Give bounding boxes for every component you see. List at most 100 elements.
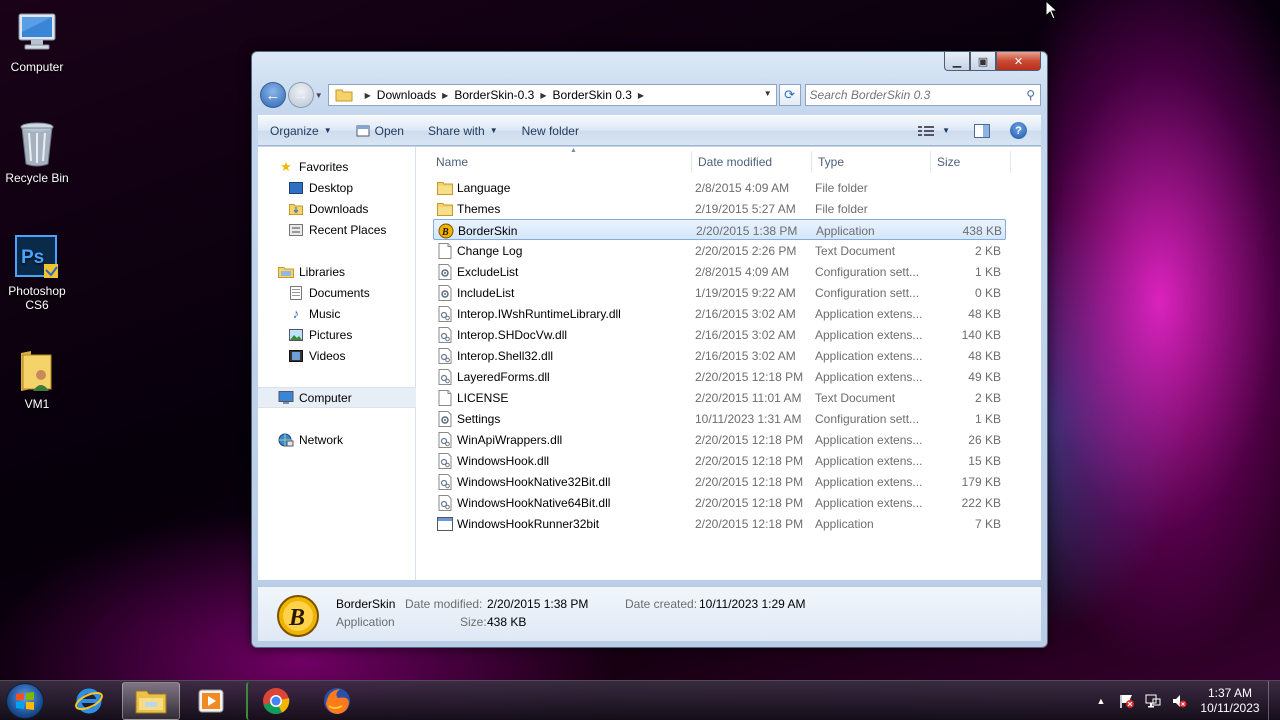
organize-button[interactable]: Organize ▼ (270, 124, 332, 138)
desktop-icon-vm1[interactable]: VM1 (0, 347, 74, 411)
refresh-button[interactable]: ⟳ (778, 84, 801, 106)
file-row[interactable]: Interop.SHDocVw.dll 2/16/2015 3:02 AM Appl… (433, 324, 1006, 345)
windows-logo-icon (16, 692, 34, 710)
file-row[interactable]: LICENSE 2/20/2015 11:01 AM Text Document 2 … (433, 387, 1006, 408)
open-button[interactable]: Open (356, 124, 404, 138)
search-icon[interactable]: ⚲ (1026, 88, 1035, 102)
nav-computer[interactable]: Computer (258, 387, 416, 408)
file-size (933, 198, 1001, 219)
nav-network[interactable]: Network (258, 429, 416, 450)
show-desktop-button[interactable] (1268, 681, 1280, 720)
action-center-flag-icon[interactable] (1118, 692, 1136, 710)
start-button[interactable] (6, 683, 44, 719)
file-type: Application extens... (815, 306, 923, 321)
file-row[interactable]: WindowsHookRunner32bit 2/20/2015 12:18 PM… (433, 513, 1006, 534)
file-row[interactable]: WinApiWrappers.dll 2/20/2015 12:18 PM Appl… (433, 429, 1006, 450)
nav-music[interactable]: ♪ Music (258, 303, 416, 324)
breadcrumb-separator[interactable]: ▶ (365, 91, 371, 100)
desktop-icon-recycle-bin[interactable]: Recycle Bin (0, 121, 74, 185)
show-hidden-icons-button[interactable]: ▲ (1092, 692, 1110, 710)
details-date-created-label: Date created: (625, 597, 698, 611)
nav-libraries[interactable]: Libraries (258, 261, 416, 282)
desktop-icon-photoshop[interactable]: Ps Photoshop CS6 (0, 234, 74, 312)
forward-button[interactable]: → (287, 82, 314, 108)
taskbar-clock[interactable]: 1:37 AM 10/11/2023 (1196, 686, 1264, 716)
nav-desktop[interactable]: Desktop (258, 177, 416, 198)
clock-date: 10/11/2023 (1200, 701, 1260, 715)
close-button[interactable]: ✕ (996, 52, 1041, 71)
taskbar-internet-explorer[interactable] (60, 682, 118, 720)
minimize-button[interactable]: ▁ (944, 52, 970, 71)
file-name-cell: LICENSE (437, 387, 692, 408)
file-size: 0 KB (974, 285, 1001, 300)
file-name-cell: Interop.Shell32.dll (437, 345, 692, 366)
file-name: BorderSkin (458, 223, 518, 238)
search-input[interactable] (809, 88, 1010, 102)
recent-pages-dropdown[interactable]: ▼ (314, 91, 324, 100)
column-header-label: Type (818, 155, 845, 169)
file-name: WindowsHookNative64Bit.dll (457, 495, 611, 510)
file-row[interactable]: IncludeList 1/19/2015 9:22 AM Configuratio… (433, 282, 1006, 303)
nav-pictures[interactable]: Pictures (258, 324, 416, 345)
nav-recent-places[interactable]: Recent Places (258, 219, 416, 240)
column-header-name[interactable]: Name ▲ (430, 147, 692, 173)
breadcrumb-downloads[interactable]: Downloads (377, 88, 436, 102)
dll-file-icon (437, 368, 453, 385)
taskbar-chrome[interactable] (246, 682, 304, 720)
file-row[interactable]: WindowsHook.dll 2/20/2015 12:18 PM Applica… (433, 450, 1006, 471)
taskbar-firefox[interactable] (308, 682, 366, 720)
file-row[interactable]: ExcludeList 2/8/2015 4:09 AM Configuration… (433, 261, 1006, 282)
file-name: Interop.SHDocVw.dll (457, 327, 568, 342)
taskbar-media-player[interactable] (182, 682, 240, 720)
file-row[interactable]: Language 2/8/2015 4:09 AM File folder (433, 177, 1006, 198)
taskbar-windows-explorer[interactable] (122, 682, 180, 720)
maximize-button[interactable]: ▣ (970, 52, 996, 71)
breadcrumb-separator[interactable]: ▶ (638, 91, 644, 100)
file-row[interactable]: Themes 2/19/2015 5:27 AM File folder (433, 198, 1006, 219)
nav-documents[interactable]: Documents (258, 282, 416, 303)
nav-label: Pictures (309, 327, 353, 342)
column-header-size[interactable]: Size (931, 151, 1011, 173)
file-name-cell: Interop.IWshRuntimeLibrary.dll (437, 303, 692, 324)
nav-videos[interactable]: Videos (258, 345, 416, 366)
back-button[interactable]: ← (260, 82, 286, 108)
address-bar[interactable]: ▶ Downloads ▶ BorderSkin-0.3 ▶ BorderSki… (327, 84, 777, 106)
nav-downloads[interactable]: Downloads (258, 198, 416, 219)
breadcrumb-separator[interactable]: ▶ (540, 91, 546, 100)
nav-favorites[interactable]: ★ Favorites (258, 156, 416, 177)
breadcrumb-borderskin-0-3[interactable]: BorderSkin-0.3 (454, 88, 534, 102)
network-status-icon[interactable] (1144, 692, 1162, 710)
volume-muted-icon[interactable] (1170, 692, 1188, 710)
file-name: Interop.IWshRuntimeLibrary.dll (457, 306, 621, 321)
file-row[interactable]: Change Log 2/20/2015 2:26 PM Text Document… (433, 240, 1006, 261)
search-box[interactable]: ⚲ (804, 84, 1042, 106)
details-size: 438 KB (487, 615, 527, 629)
address-history-dropdown[interactable]: ▼ (764, 89, 772, 98)
file-date-modified: 10/11/2023 1:31 AM (695, 411, 802, 426)
column-header-label: Date modified (698, 155, 773, 169)
file-row[interactable]: WindowsHookNative64Bit.dll 2/20/2015 12:1… (433, 492, 1006, 513)
file-type: Application extens... (815, 432, 923, 447)
new-folder-button[interactable]: New folder (522, 124, 579, 138)
preview-pane-button[interactable] (974, 123, 990, 138)
borderskin-app-icon: B (438, 223, 454, 239)
file-row[interactable]: WindowsHookNative32Bit.dll 2/20/2015 12:1… (433, 471, 1006, 492)
file-row[interactable]: Interop.Shell32.dll 2/16/2015 3:02 AM Appl… (433, 345, 1006, 366)
file-row[interactable]: Interop.IWshRuntimeLibrary.dll 2/16/2015 … (433, 303, 1006, 324)
file-row[interactable]: LayeredForms.dll 2/20/2015 12:18 PM Applic… (433, 366, 1006, 387)
breadcrumb-separator[interactable]: ▶ (442, 91, 448, 100)
file-name-cell: LayeredForms.dll (437, 366, 692, 387)
help-icon[interactable]: ? (1010, 122, 1027, 139)
share-with-button[interactable]: Share with ▼ (428, 124, 498, 138)
file-row[interactable]: Settings 10/11/2023 1:31 AM Configuration … (433, 408, 1006, 429)
breadcrumb-borderskin-0-3-folder[interactable]: BorderSkin 0.3 (553, 88, 632, 102)
file-row[interactable]: B BorderSkin 2/20/2015 1:38 PM Application 4… (433, 219, 1006, 240)
file-name-cell: IncludeList (437, 282, 692, 303)
column-header-date-modified[interactable]: Date modified (692, 151, 812, 173)
desktop-icon-computer[interactable]: Computer (0, 10, 74, 74)
column-header-type[interactable]: Type (812, 151, 931, 173)
nav-label: Downloads (309, 201, 369, 216)
file-name-cell: WindowsHook.dll (437, 450, 692, 471)
application-icon (437, 516, 453, 532)
change-view-button[interactable]: ▼ (918, 125, 950, 137)
